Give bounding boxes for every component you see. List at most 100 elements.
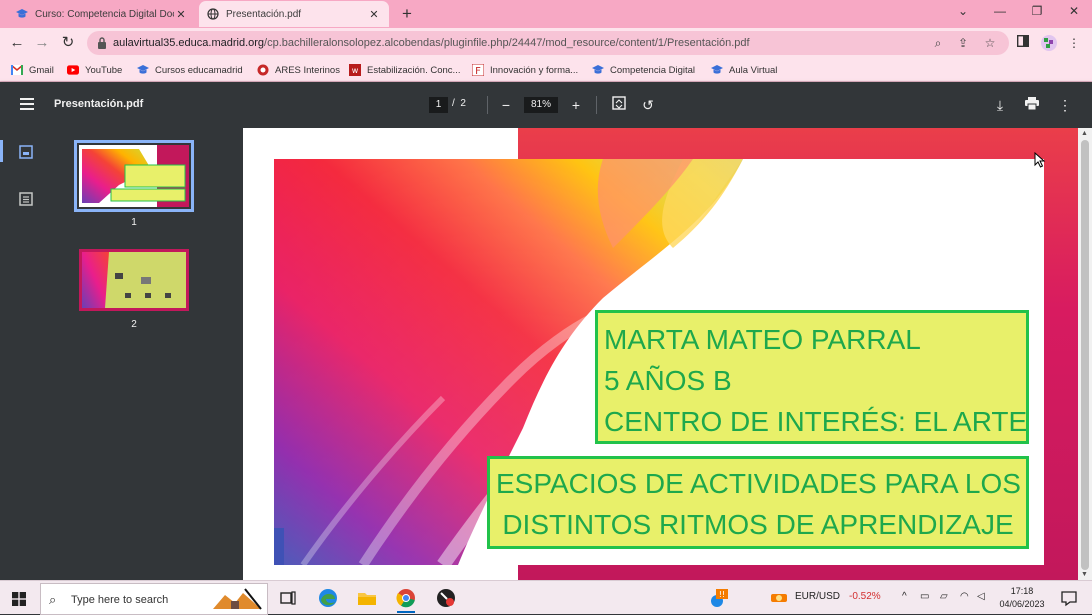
close-window-icon[interactable]: ✕ bbox=[1064, 4, 1084, 18]
bookmark-estabilizacion[interactable]: w Estabilización. Conc... bbox=[349, 62, 460, 78]
browser-tab-strip: Curso: Competencia Digital Doce ✕ Presen… bbox=[0, 0, 1092, 28]
battery-icon[interactable]: ▭ bbox=[920, 591, 929, 602]
page-separator: / bbox=[452, 98, 455, 109]
wifi-icon[interactable]: ◠ bbox=[960, 591, 969, 602]
address-bar[interactable]: aulavirtual35.educa.madrid.org/cp.bachil… bbox=[87, 31, 1009, 55]
ares-icon bbox=[257, 64, 269, 76]
edge-icon[interactable] bbox=[317, 587, 339, 609]
bookmark-aula-virtual[interactable]: Aula Virtual bbox=[711, 62, 777, 78]
page-thumbnail-2[interactable] bbox=[79, 249, 189, 311]
document-scrollbar[interactable]: ▲ ▼ bbox=[1078, 128, 1092, 580]
tab-presentacion-pdf[interactable]: Presentación.pdf ✕ bbox=[199, 1, 389, 27]
page-number-input[interactable]: 1 bbox=[429, 97, 448, 113]
thumbnails-view-icon[interactable] bbox=[18, 144, 34, 160]
side-panel-icon[interactable] bbox=[1015, 34, 1031, 51]
title-box: MARTA MATEO PARRAL 5 AÑOS B CENTRO DE IN… bbox=[595, 310, 1029, 444]
bookmark-label: YouTube bbox=[85, 64, 123, 76]
page-thumbnail-1[interactable] bbox=[74, 140, 194, 212]
windows-taskbar: ⌕ Type here to search !! EUR/USD -0.52% … bbox=[0, 580, 1092, 615]
back-arrow-icon[interactable]: ← bbox=[7, 33, 27, 53]
new-tab-button[interactable]: + bbox=[398, 4, 416, 24]
download-icon[interactable]: ⤓ bbox=[990, 95, 1010, 115]
bookmark-star-icon[interactable]: ☆ bbox=[982, 35, 998, 51]
tab-title: Curso: Competencia Digital Doce bbox=[35, 8, 174, 20]
youtube-icon bbox=[67, 64, 79, 76]
tab-title: Presentación.pdf bbox=[226, 8, 302, 20]
minimize-icon[interactable]: — bbox=[990, 4, 1010, 18]
close-tab-icon[interactable]: ✕ bbox=[174, 8, 188, 21]
bookmark-youtube[interactable]: YouTube bbox=[67, 62, 122, 78]
zoom-out-icon[interactable]: − bbox=[496, 95, 516, 115]
share-icon[interactable]: ⇪ bbox=[955, 35, 971, 51]
search-highlight-illustration-icon bbox=[213, 588, 262, 610]
title-line-name: MARTA MATEO PARRAL bbox=[604, 324, 921, 355]
hamburger-menu-icon[interactable] bbox=[20, 98, 34, 110]
tab-competencia-digital[interactable]: Curso: Competencia Digital Doce ✕ bbox=[8, 1, 196, 27]
graduation-cap-icon bbox=[16, 8, 28, 20]
chevron-up-icon[interactable]: ^ bbox=[902, 591, 907, 602]
subtitle-line-1: ESPACIOS DE ACTIVIDADES PARA LOS bbox=[496, 468, 1021, 499]
rotate-icon[interactable]: ↺ bbox=[638, 95, 658, 115]
pdf-document-area[interactable]: MARTA MATEO PARRAL 5 AÑOS B CENTRO DE IN… bbox=[243, 128, 1078, 580]
pdf-page-1: MARTA MATEO PARRAL 5 AÑOS B CENTRO DE IN… bbox=[243, 128, 1078, 580]
notifications-icon[interactable] bbox=[1058, 587, 1080, 609]
active-view-indicator bbox=[0, 140, 3, 162]
zoom-in-icon[interactable]: + bbox=[566, 95, 586, 115]
pdf-filename: Presentación.pdf bbox=[54, 98, 144, 110]
bookmark-cursos-educamadrid[interactable]: Cursos educamadrid bbox=[137, 62, 243, 78]
bookmark-label: Gmail bbox=[29, 64, 54, 76]
toolbar-divider bbox=[487, 96, 488, 114]
screen-recorder-icon[interactable] bbox=[435, 587, 457, 609]
scroll-down-arrow-icon[interactable]: ▼ bbox=[1081, 571, 1088, 578]
ticker-change: -0.52% bbox=[849, 591, 881, 602]
bookmark-gmail[interactable]: Gmail bbox=[11, 62, 54, 78]
url-host: aulavirtual35.educa.madrid.org bbox=[113, 37, 265, 49]
taskbar-search-box[interactable]: ⌕ Type here to search bbox=[40, 583, 268, 615]
clock-date: 04/06/2023 bbox=[999, 599, 1045, 609]
svg-text:F: F bbox=[475, 66, 481, 76]
scroll-up-arrow-icon[interactable]: ▲ bbox=[1081, 130, 1088, 137]
file-explorer-icon[interactable] bbox=[356, 587, 378, 609]
print-icon[interactable] bbox=[1022, 95, 1042, 115]
forward-arrow-icon[interactable]: → bbox=[32, 33, 52, 53]
pdf-sidebar: 1 2 bbox=[0, 128, 243, 580]
graduation-cap-icon bbox=[592, 64, 604, 76]
title-line-class: 5 AÑOS B bbox=[604, 365, 732, 396]
ticker-label: EUR/USD bbox=[795, 591, 841, 602]
svg-text:w: w bbox=[352, 66, 359, 75]
bookmark-label: Aula Virtual bbox=[729, 64, 778, 76]
zoom-magnifier-icon[interactable]: ⌕ bbox=[930, 35, 946, 51]
browser-toolbar: ← → ↻ aulavirtual35.educa.madrid.org/cp.… bbox=[0, 28, 1092, 58]
bookmark-ares-interinos[interactable]: ARES Interinos bbox=[257, 62, 340, 78]
toolbar-divider bbox=[596, 96, 597, 114]
chrome-icon[interactable] bbox=[395, 587, 417, 613]
reload-icon[interactable]: ↻ bbox=[58, 33, 78, 53]
bookmark-competencia-digital[interactable]: Competencia Digital bbox=[592, 62, 695, 78]
zoom-level-input[interactable]: 81% bbox=[524, 97, 558, 113]
mouse-cursor-icon bbox=[1034, 152, 1046, 168]
fit-to-page-icon[interactable] bbox=[609, 95, 629, 115]
display-icon[interactable]: ▱ bbox=[940, 591, 948, 602]
volume-icon[interactable]: ◁ bbox=[977, 591, 985, 602]
profile-avatar[interactable] bbox=[1041, 35, 1057, 51]
url-text: aulavirtual35.educa.madrid.org/cp.bachil… bbox=[113, 37, 750, 49]
windows-start-icon[interactable] bbox=[12, 592, 26, 606]
bookmark-label: Innovación y forma... bbox=[490, 64, 579, 76]
bookmark-innovacion[interactable]: F Innovación y forma... bbox=[472, 62, 578, 78]
task-view-icon[interactable] bbox=[277, 587, 299, 609]
thumbnail-page-number: 1 bbox=[131, 217, 137, 228]
restore-icon[interactable]: ❐ bbox=[1027, 4, 1047, 18]
total-pages: 2 bbox=[460, 98, 466, 109]
more-menu-icon[interactable]: ⋮ bbox=[1066, 35, 1082, 51]
close-tab-icon[interactable]: ✕ bbox=[367, 8, 381, 21]
outline-view-icon[interactable] bbox=[18, 191, 34, 207]
system-clock[interactable]: 17:18 04/06/2023 bbox=[998, 585, 1046, 611]
page-count: / 2 bbox=[452, 98, 466, 109]
widgets-badge-icon[interactable]: !! bbox=[708, 587, 730, 609]
clock-time: 17:18 bbox=[1010, 586, 1034, 596]
scrollbar-thumb[interactable] bbox=[1081, 140, 1089, 570]
bookmarks-bar: Gmail YouTube Cursos educamadrid ARES In… bbox=[0, 58, 1092, 82]
currency-ticker-icon bbox=[768, 587, 790, 609]
tab-search-chevron-icon[interactable]: ⌄ bbox=[953, 4, 973, 18]
pdf-more-icon[interactable]: ⋮ bbox=[1055, 95, 1075, 115]
